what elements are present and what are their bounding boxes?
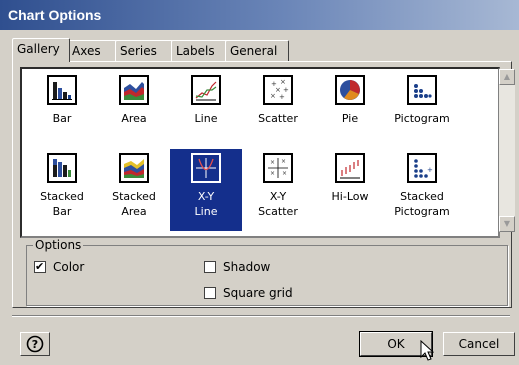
stacked-bar-chart-icon xyxy=(47,153,77,183)
pictogram-chart-icon xyxy=(407,75,437,105)
svg-text:×: × xyxy=(280,78,286,86)
chart-type-xy-scatter[interactable]: × × × × X-Y Scatter xyxy=(242,149,314,231)
chart-type-area[interactable]: Area xyxy=(98,71,170,153)
xy-line-chart-icon xyxy=(191,153,221,183)
shadow-checkbox-box[interactable] xyxy=(204,261,216,273)
chart-type-xy-line[interactable]: X-Y Line xyxy=(170,149,242,231)
square-grid-checkbox-box[interactable] xyxy=(204,287,216,299)
tab-labels[interactable]: Labels xyxy=(171,40,229,61)
help-icon: ? xyxy=(26,335,44,353)
chart-type-label: Stacked Pictogram xyxy=(394,190,450,218)
xy-scatter-chart-icon: × × × × xyxy=(263,153,293,183)
chart-type-label: Bar xyxy=(52,112,72,125)
tab-gallery[interactable]: Gallery xyxy=(12,38,70,62)
cancel-button[interactable]: Cancel xyxy=(443,332,515,356)
chart-type-label: X-Y Scatter xyxy=(258,190,298,218)
color-checkbox-box[interactable] xyxy=(34,259,46,275)
stacked-pictogram-chart-icon: + xyxy=(407,153,437,183)
chart-type-label: Area xyxy=(121,112,147,125)
chart-type-bar[interactable]: Bar xyxy=(26,71,98,153)
stacked-area-chart-icon xyxy=(119,153,149,183)
area-chart-icon xyxy=(119,75,149,105)
gallery-scrollbar[interactable]: ▲ ▼ xyxy=(499,69,515,232)
tab-series[interactable]: Series xyxy=(115,40,173,61)
chart-type-stacked-area[interactable]: Stacked Area xyxy=(98,149,170,231)
options-legend: Options xyxy=(35,238,82,252)
chart-type-line[interactable]: Line xyxy=(170,71,242,153)
chart-type-label: Line xyxy=(194,112,218,125)
chart-type-stacked-pictogram[interactable]: + Stacked Pictogram xyxy=(386,149,458,231)
chart-type-pictogram[interactable]: Pictogram xyxy=(386,71,458,153)
svg-text:+: + xyxy=(427,166,433,174)
chart-type-scatter[interactable]: + × × + × + Scatter xyxy=(242,71,314,153)
shadow-checkbox-label: Shadow xyxy=(223,260,271,274)
pie-chart-icon xyxy=(335,75,365,105)
svg-text:×: × xyxy=(270,159,275,166)
chart-type-label: Pie xyxy=(341,112,359,125)
tab-general[interactable]: General xyxy=(225,40,289,61)
help-button[interactable]: ? xyxy=(20,332,50,356)
chart-type-label: Stacked Area xyxy=(112,190,156,218)
dialog-title: Chart Options xyxy=(8,7,102,23)
chart-type-label: Hi-Low xyxy=(331,190,369,203)
chart-options-dialog: Chart Options Gallery Axes Series Labels… xyxy=(0,0,519,365)
mouse-cursor-icon xyxy=(420,340,434,361)
svg-text:×: × xyxy=(270,170,275,177)
svg-text:?: ? xyxy=(32,338,38,351)
svg-text:×: × xyxy=(281,158,286,165)
square-grid-checkbox-label: Square grid xyxy=(223,286,293,300)
chart-type-pie[interactable]: Pie xyxy=(314,71,386,153)
line-chart-icon xyxy=(191,75,221,105)
scroll-down-icon[interactable]: ▼ xyxy=(499,216,515,232)
bar-chart-icon xyxy=(47,75,77,105)
scatter-chart-icon: + × × + × + xyxy=(263,75,293,105)
chart-gallery: Bar Area Line + × × + × + Scatter Pie Pi… xyxy=(20,67,500,238)
scroll-up-icon[interactable]: ▲ xyxy=(499,69,515,85)
chart-type-label: Scatter xyxy=(258,112,298,125)
chart-type-label: X-Y Line xyxy=(194,190,218,218)
color-checkbox-label: Color xyxy=(53,260,85,274)
chart-type-label: Pictogram xyxy=(394,112,450,125)
title-bar[interactable]: Chart Options xyxy=(0,0,519,30)
svg-text:×: × xyxy=(270,92,276,100)
button-separator xyxy=(12,315,510,317)
chart-type-stacked-bar[interactable]: Stacked Bar xyxy=(26,149,98,231)
tab-axes[interactable]: Axes xyxy=(67,40,117,61)
svg-text:×: × xyxy=(282,170,287,177)
chart-type-hi-low[interactable]: Hi-Low xyxy=(314,149,386,231)
svg-text:+: + xyxy=(279,93,285,101)
hi-low-chart-icon xyxy=(335,153,365,183)
chart-type-label: Stacked Bar xyxy=(40,190,84,218)
